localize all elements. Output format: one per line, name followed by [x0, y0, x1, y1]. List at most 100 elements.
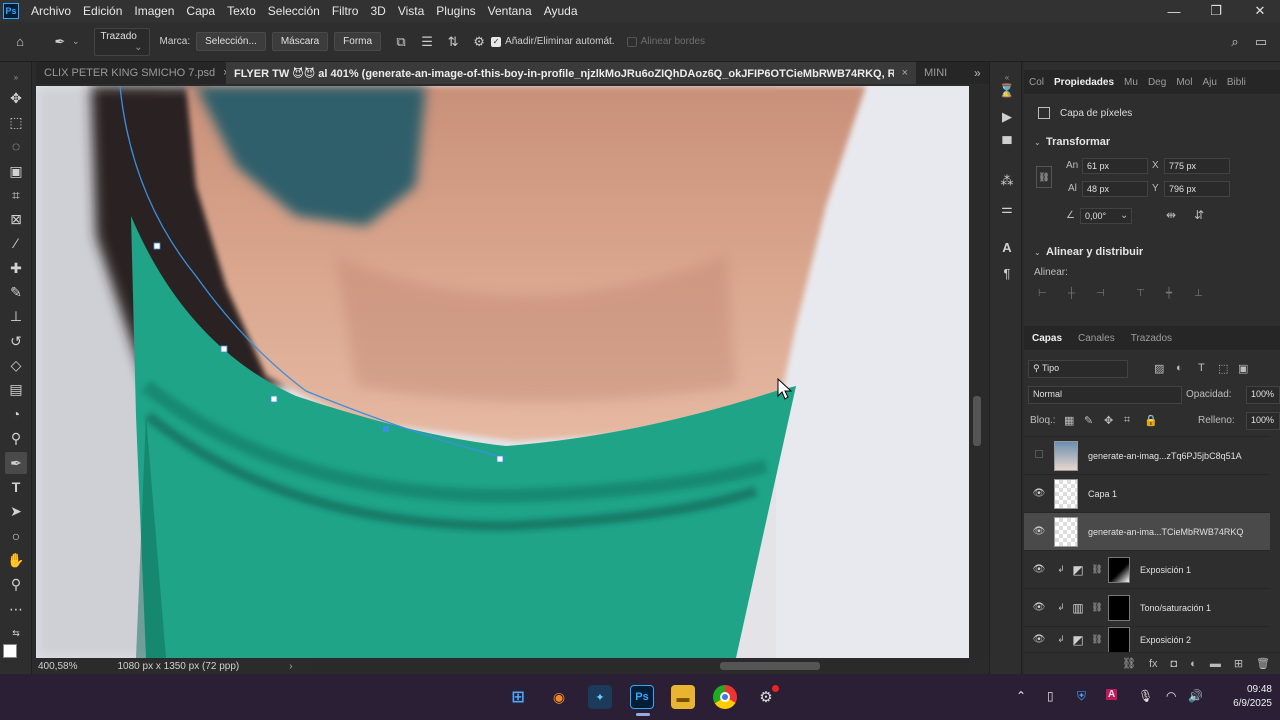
- chevron-down-icon[interactable]: ⌄: [1034, 138, 1041, 147]
- usb-device-icon[interactable]: ▯: [1047, 689, 1054, 703]
- menu-3d[interactable]: 3D: [364, 4, 391, 18]
- microphone-icon[interactable]: 🎙: [1138, 689, 1153, 703]
- link-icon[interactable]: ⛓: [1036, 166, 1052, 188]
- add-mask-icon[interactable]: ◘: [1171, 658, 1178, 670]
- tab-adjustments[interactable]: Aju: [1197, 77, 1221, 88]
- align-top-icon[interactable]: ⊤: [1136, 288, 1145, 299]
- lock-artboard-icon[interactable]: ⌗: [1124, 414, 1130, 427]
- fill-field[interactable]: 100%: [1246, 412, 1280, 430]
- tab-layers[interactable]: Capas: [1024, 333, 1070, 344]
- character-icon[interactable]: A: [996, 236, 1018, 258]
- menu-plugins[interactable]: Plugins: [430, 4, 481, 18]
- align-middle-v-icon[interactable]: ┿: [1166, 288, 1172, 299]
- menu-seleccion[interactable]: Selección: [262, 4, 326, 18]
- tab-channels[interactable]: Canales: [1070, 333, 1123, 344]
- davinci-app-icon[interactable]: ✦: [588, 685, 612, 709]
- restore-icon[interactable]: ❐: [1194, 0, 1238, 22]
- menu-filtro[interactable]: Filtro: [326, 4, 365, 18]
- path-alignment-icon[interactable]: ☰: [417, 32, 437, 52]
- tab-doc-3[interactable]: MINI: [916, 62, 966, 84]
- eye-icon[interactable]: 👁: [1024, 526, 1054, 537]
- tab-mol[interactable]: Mol: [1171, 77, 1197, 88]
- chevron-down-icon[interactable]: ⌄: [1120, 210, 1128, 221]
- menu-imagen[interactable]: Imagen: [128, 4, 180, 18]
- tab-paths[interactable]: Trazados: [1123, 333, 1180, 344]
- eraser-tool-icon[interactable]: ◇: [5, 354, 27, 376]
- canvas-vertical-scrollbar[interactable]: [969, 86, 985, 658]
- layer-row[interactable]: 👁 ↲ ◩ ⛓ Exposición 2: [1024, 626, 1270, 652]
- lock-transparency-icon[interactable]: ▦: [1064, 414, 1074, 427]
- eye-icon[interactable]: 👁: [1024, 634, 1054, 645]
- more-tools-icon[interactable]: ⋯: [5, 598, 27, 620]
- tab-mu[interactable]: Mu: [1119, 77, 1143, 88]
- menu-edicion[interactable]: Edición: [77, 4, 128, 18]
- path-operations-icon[interactable]: ⧉: [391, 32, 411, 52]
- zoom-level[interactable]: 400,58%: [38, 661, 77, 672]
- layer-mask-thumbnail[interactable]: [1108, 627, 1130, 652]
- horizontal-scroll-thumb[interactable]: [720, 662, 820, 670]
- menu-ventana[interactable]: Ventana: [482, 4, 538, 18]
- ellipse-tool-icon[interactable]: ○: [5, 525, 27, 547]
- lock-position-icon[interactable]: ✥: [1104, 414, 1113, 427]
- object-select-tool-icon[interactable]: ▣: [5, 160, 27, 182]
- home-icon[interactable]: ⌂: [10, 32, 30, 52]
- flip-vertical-icon[interactable]: ⇵: [1194, 208, 1204, 222]
- history-brush-tool-icon[interactable]: ↺: [5, 330, 27, 352]
- layer-row[interactable]: generate-an-imag...zTq6PJ5jbC8q51A: [1024, 436, 1270, 474]
- marquee-tool-icon[interactable]: ⬚: [5, 111, 27, 133]
- tabs-overflow-icon[interactable]: »: [974, 66, 981, 80]
- tab-properties[interactable]: Propiedades: [1049, 77, 1119, 88]
- path-selection-tool-icon[interactable]: ➤: [5, 500, 27, 522]
- filter-adjustment-icon[interactable]: ◐: [1176, 362, 1183, 374]
- comments-icon[interactable]: ▀: [996, 132, 1018, 154]
- filter-smart-icon[interactable]: ▣: [1238, 362, 1248, 375]
- link-icon[interactable]: ⛓: [1090, 602, 1104, 613]
- layer-mask-thumbnail[interactable]: [1108, 594, 1130, 621]
- tab-libraries[interactable]: Bibli: [1222, 77, 1251, 88]
- blend-mode-select[interactable]: Normal: [1028, 386, 1182, 404]
- paragraph-icon[interactable]: ¶: [996, 262, 1018, 284]
- new-layer-icon[interactable]: ⊞: [1234, 657, 1243, 670]
- blender-app-icon[interactable]: ◉: [547, 685, 571, 709]
- filter-type-icon[interactable]: T: [1198, 362, 1205, 374]
- crop-tool-icon[interactable]: ⌗: [5, 184, 27, 206]
- move-tool-icon[interactable]: ✥: [5, 87, 27, 109]
- layer-style-icon[interactable]: fx: [1149, 658, 1158, 670]
- tab-gradients[interactable]: Deg: [1143, 77, 1171, 88]
- close-icon[interactable]: ×: [902, 67, 908, 79]
- new-group-icon[interactable]: ▬: [1210, 658, 1221, 670]
- filter-pixel-icon[interactable]: ▨: [1154, 362, 1164, 375]
- frame-tool-icon[interactable]: ⊠: [5, 208, 27, 230]
- chevron-down-icon[interactable]: ⌄: [72, 36, 80, 47]
- trash-icon[interactable]: 🗑: [1256, 657, 1270, 670]
- eye-icon[interactable]: 👁: [1024, 488, 1054, 499]
- dodge-tool-icon[interactable]: ⚲: [5, 427, 27, 449]
- volume-icon[interactable]: 🔊: [1188, 689, 1203, 703]
- chevron-down-icon[interactable]: ⌄: [1034, 248, 1041, 257]
- layer-mask-thumbnail[interactable]: [1108, 556, 1130, 583]
- flip-horizontal-icon[interactable]: ⇹: [1166, 208, 1176, 222]
- foreground-color-swatch[interactable]: [3, 644, 17, 658]
- hand-tool-icon[interactable]: ✋: [5, 549, 27, 571]
- workspace-icon[interactable]: ▭: [1251, 32, 1271, 52]
- healing-brush-tool-icon[interactable]: ✚: [5, 257, 27, 279]
- photoshop-app-icon[interactable]: Ps: [630, 685, 654, 709]
- align-right-icon[interactable]: ⊣: [1096, 288, 1105, 299]
- chrome-app-icon[interactable]: [713, 685, 737, 709]
- zoom-tool-icon[interactable]: ⚲: [5, 573, 27, 595]
- opacity-field[interactable]: 100%: [1246, 386, 1280, 404]
- align-bottom-icon[interactable]: ⊥: [1194, 288, 1203, 299]
- wifi-icon[interactable]: ◠: [1166, 689, 1176, 703]
- lock-all-icon[interactable]: 🔒: [1144, 414, 1158, 427]
- status-menu-icon[interactable]: ›: [289, 661, 292, 672]
- auto-add-checkbox[interactable]: ✓: [491, 36, 502, 47]
- vertical-scroll-thumb[interactable]: [973, 396, 981, 446]
- menu-vista[interactable]: Vista: [392, 4, 430, 18]
- align-left-icon[interactable]: ⊢: [1038, 288, 1047, 299]
- layer-row[interactable]: 👁 ↲ ▥ ⛓ Tono/saturación 1: [1024, 588, 1270, 626]
- actions-play-icon[interactable]: ▶: [996, 106, 1018, 128]
- gradient-tool-icon[interactable]: ▤: [5, 378, 27, 400]
- collapse-icon[interactable]: »: [5, 66, 27, 88]
- x-field[interactable]: 775 px: [1164, 158, 1230, 174]
- link-icon[interactable]: ⛓: [1090, 564, 1104, 575]
